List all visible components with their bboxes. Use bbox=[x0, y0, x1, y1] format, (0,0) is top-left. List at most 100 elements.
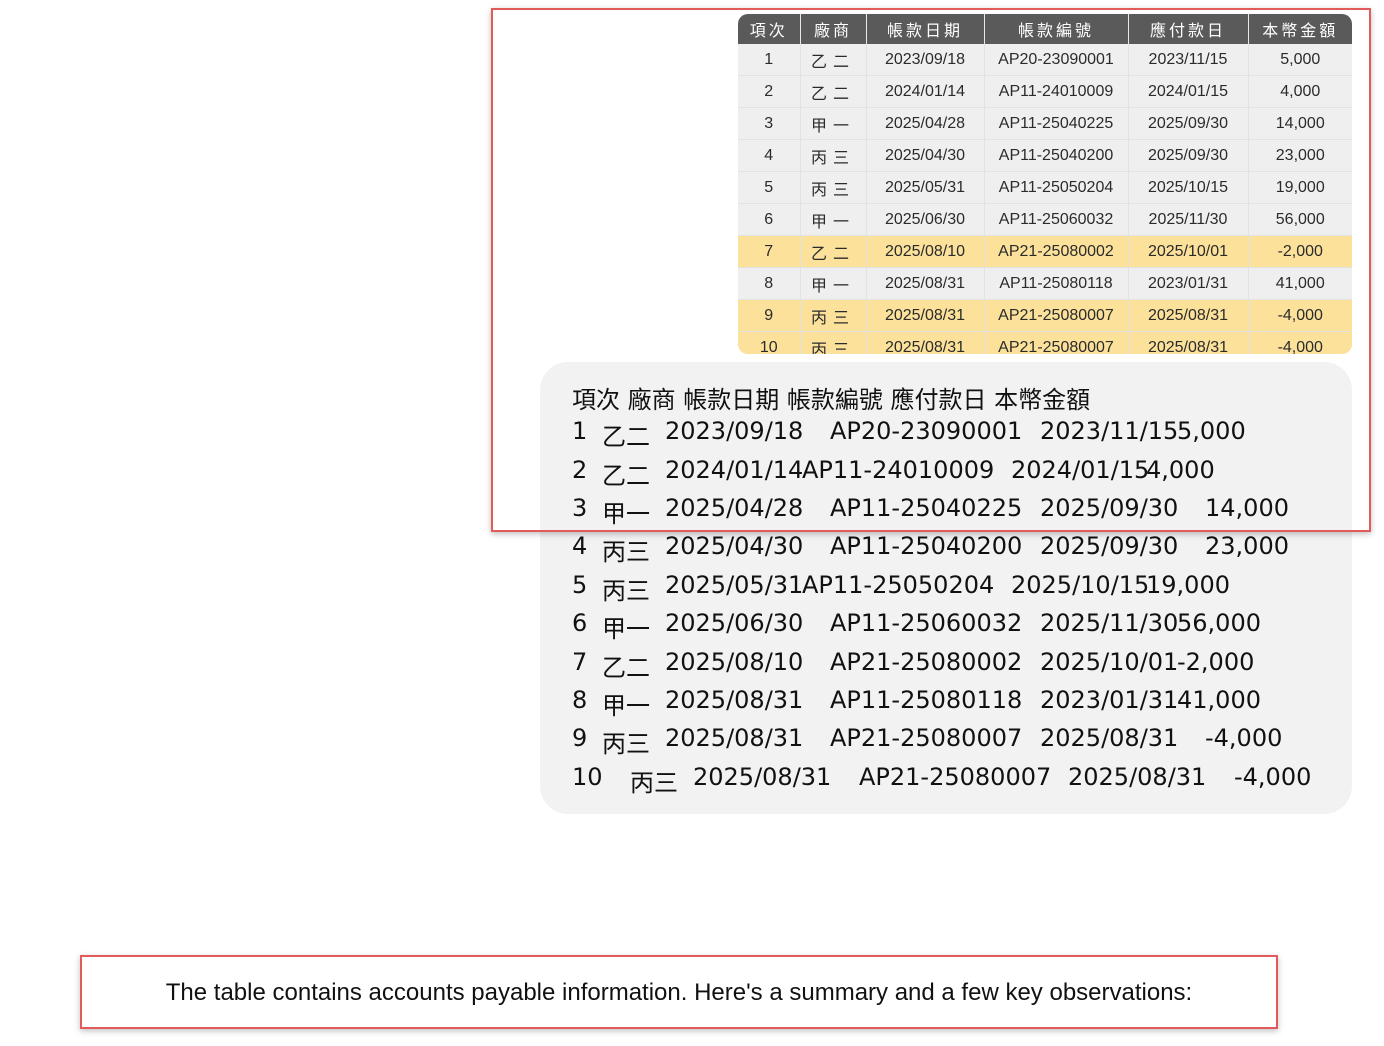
cell-ap-date: 2025/08/31 bbox=[866, 267, 985, 300]
line-ap-date: 2025/08/31 bbox=[665, 686, 804, 714]
cell-due-date: 2025/10/01 bbox=[1128, 235, 1249, 268]
chat-message-bubble[interactable]: 項次 廠商 帳款日期 帳款編號 應付款日 本幣金額 1 乙二 2023/09/18 A… bbox=[540, 362, 1352, 814]
col-header-ap-number: 帳款編號 bbox=[984, 14, 1129, 44]
line-ap-date: 2025/06/30 bbox=[665, 609, 804, 637]
line-item-no: 10 bbox=[572, 763, 603, 791]
line-ap-date: 2025/08/31 bbox=[665, 724, 804, 752]
table-header-row: 項次 廠商 帳款日期 帳款編號 應付款日 本幣金額 bbox=[738, 14, 1352, 44]
line-ap-number: AP21-25080007 bbox=[859, 763, 1052, 791]
col-header-amount: 本幣金額 bbox=[1248, 14, 1352, 44]
cell-item-no: 1 bbox=[738, 44, 801, 76]
line-vendor: 乙二 bbox=[602, 423, 650, 451]
line-item-no: 6 bbox=[572, 609, 588, 637]
line-item-no: 3 bbox=[572, 494, 588, 522]
accounts-payable-table: 項次 廠商 帳款日期 帳款編號 應付款日 本幣金額 1 乙二 2023/09/18 A… bbox=[738, 14, 1352, 354]
line-vendor: 甲一 bbox=[602, 615, 650, 643]
table-row: 9 丙三 2025/08/31 AP21-25080007 2025/08/31 -4,0… bbox=[738, 299, 1352, 332]
cell-amount: -2,000 bbox=[1248, 235, 1352, 268]
line-due-date: 2025/10/15 bbox=[1011, 571, 1150, 599]
line-amount: 41,000 bbox=[1177, 686, 1261, 714]
cell-item-no: 8 bbox=[738, 267, 801, 300]
cell-vendor: 乙二 bbox=[800, 44, 867, 76]
line-ap-date: 2025/04/30 bbox=[665, 532, 804, 560]
cell-ap-number: AP21-25080007 bbox=[984, 331, 1129, 354]
cell-ap-number: AP20-23090001 bbox=[984, 44, 1129, 76]
line-item-no: 2 bbox=[572, 456, 588, 484]
line-amount: 5,000 bbox=[1177, 417, 1246, 445]
line-ap-date: 2024/01/14 bbox=[665, 456, 804, 484]
cell-item-no: 2 bbox=[738, 75, 801, 108]
line-due-date: 2023/11/15 bbox=[1040, 417, 1179, 445]
cell-item-no: 4 bbox=[738, 139, 801, 172]
line-item-no: 4 bbox=[572, 532, 588, 560]
cell-due-date: 2025/08/31 bbox=[1128, 331, 1249, 354]
cell-amount: 41,000 bbox=[1248, 267, 1352, 300]
cell-amount: -4,000 bbox=[1248, 331, 1352, 354]
cell-due-date: 2025/08/31 bbox=[1128, 299, 1249, 332]
line-ap-number: AP11-25080118 bbox=[830, 686, 1023, 714]
cell-ap-number: AP11-25060032 bbox=[984, 203, 1129, 236]
cell-amount: 23,000 bbox=[1248, 139, 1352, 172]
line-ap-date: 2025/05/31 bbox=[665, 571, 804, 599]
table-row: 4 丙三 2025/04/30 AP11-25040200 2025/09/30 23,0… bbox=[738, 139, 1352, 172]
table-image[interactable]: 項次 廠商 帳款日期 帳款編號 應付款日 本幣金額 1 乙二 2023/09/18 A… bbox=[738, 14, 1352, 354]
cell-vendor: 乙二 bbox=[800, 75, 867, 108]
line-item-no: 7 bbox=[572, 648, 588, 676]
cell-due-date: 2023/11/15 bbox=[1128, 44, 1249, 76]
cell-vendor: 丙三 bbox=[800, 331, 867, 354]
cell-amount: 5,000 bbox=[1248, 44, 1352, 76]
line-ap-date: 2025/08/10 bbox=[665, 648, 804, 676]
cell-ap-date: 2025/05/31 bbox=[866, 171, 985, 204]
line-amount: 19,000 bbox=[1146, 571, 1230, 599]
cell-vendor: 丙三 bbox=[800, 171, 867, 204]
line-vendor: 乙二 bbox=[602, 654, 650, 682]
cell-ap-number: AP11-24010009 bbox=[984, 75, 1129, 108]
cell-vendor: 乙二 bbox=[800, 235, 867, 268]
cell-vendor: 甲一 bbox=[800, 203, 867, 236]
cell-ap-date: 2024/01/14 bbox=[866, 75, 985, 108]
line-vendor: 甲一 bbox=[602, 692, 650, 720]
col-header-due-date: 應付款日 bbox=[1128, 14, 1249, 44]
cell-vendor: 甲一 bbox=[800, 267, 867, 300]
cell-item-no: 7 bbox=[738, 235, 801, 268]
cell-vendor: 丙三 bbox=[800, 299, 867, 332]
cell-due-date: 2025/11/30 bbox=[1128, 203, 1249, 236]
cell-due-date: 2024/01/15 bbox=[1128, 75, 1249, 108]
line-due-date: 2025/10/01 bbox=[1040, 648, 1179, 676]
line-vendor: 丙三 bbox=[602, 577, 650, 605]
table-row: 2 乙二 2024/01/14 AP11-24010009 2024/01/15 4,00… bbox=[738, 75, 1352, 108]
annotation-box-summary: The table contains accounts payable info… bbox=[80, 955, 1278, 1029]
cell-amount: 19,000 bbox=[1248, 171, 1352, 204]
cell-due-date: 2023/01/31 bbox=[1128, 267, 1249, 300]
cell-ap-date: 2025/08/31 bbox=[866, 331, 985, 354]
cell-item-no: 5 bbox=[738, 171, 801, 204]
table-row: 3 甲一 2025/04/28 AP11-25040225 2025/09/30 14,0… bbox=[738, 107, 1352, 140]
table-row: 7 乙二 2025/08/10 AP21-25080002 2025/10/01 -2,0… bbox=[738, 235, 1352, 268]
line-ap-number: AP20-23090001 bbox=[830, 417, 1023, 445]
line-item-no: 8 bbox=[572, 686, 588, 714]
line-due-date: 2025/09/30 bbox=[1040, 532, 1179, 560]
cell-ap-number: AP21-25080007 bbox=[984, 299, 1129, 332]
line-due-date: 2025/08/31 bbox=[1068, 763, 1207, 791]
line-due-date: 2025/09/30 bbox=[1040, 494, 1179, 522]
line-ap-number: AP11-24010009 bbox=[802, 456, 995, 484]
line-amount: -2,000 bbox=[1177, 648, 1255, 676]
cell-amount: -4,000 bbox=[1248, 299, 1352, 332]
cell-amount: 56,000 bbox=[1248, 203, 1352, 236]
line-amount: 56,000 bbox=[1177, 609, 1261, 637]
line-item-no: 9 bbox=[572, 724, 588, 752]
cell-ap-number: AP11-25040200 bbox=[984, 139, 1129, 172]
cell-ap-date: 2025/08/10 bbox=[866, 235, 985, 268]
table-row: 5 丙三 2025/05/31 AP11-25050204 2025/10/15 19,0… bbox=[738, 171, 1352, 204]
table-row: 6 甲一 2025/06/30 AP11-25060032 2025/11/30 56,0… bbox=[738, 203, 1352, 236]
line-ap-number: AP11-25040200 bbox=[830, 532, 1023, 560]
line-amount: -4,000 bbox=[1205, 724, 1283, 752]
cell-ap-number: AP11-25040225 bbox=[984, 107, 1129, 140]
line-ap-number: AP11-25060032 bbox=[830, 609, 1023, 637]
line-item-no: 5 bbox=[572, 571, 588, 599]
table-row: 10 丙三 2025/08/31 AP21-25080007 2025/08/31 -4,… bbox=[738, 331, 1352, 354]
line-ap-number: AP21-25080007 bbox=[830, 724, 1023, 752]
cell-ap-number: AP11-25080118 bbox=[984, 267, 1129, 300]
line-ap-number: AP11-25050204 bbox=[802, 571, 995, 599]
line-vendor: 丙三 bbox=[602, 730, 650, 758]
